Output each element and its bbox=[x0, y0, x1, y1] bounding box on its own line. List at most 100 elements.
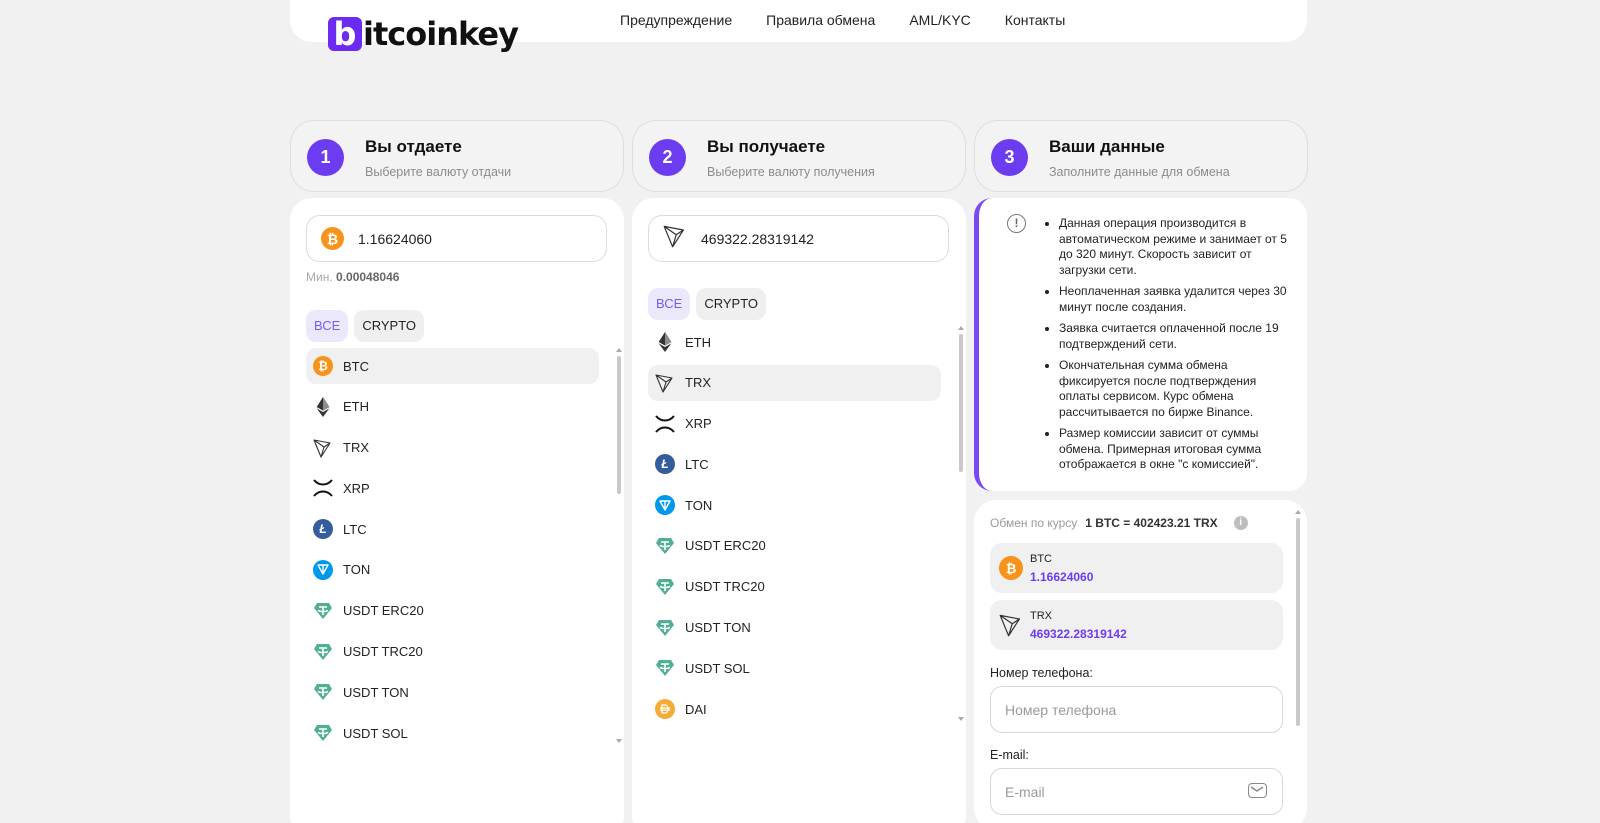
coin-label: USDT TON bbox=[343, 684, 409, 700]
coin-item[interactable]: USDT TRC20 bbox=[306, 634, 599, 670]
main-nav: Предупреждение Правила обмена AML/KYC Ко… bbox=[620, 12, 1065, 28]
coin-item[interactable]: XRP bbox=[306, 470, 599, 506]
coin-item[interactable]: DAI bbox=[648, 691, 941, 727]
step-subtitle: Выберите валюту отдачи bbox=[365, 165, 512, 179]
get-filter-chips: ВСЕ CRYPTO bbox=[648, 288, 767, 320]
tether-icon bbox=[313, 723, 333, 743]
get-coin-list: ETH TRX XRP Ł LTC TON USDT ERC20 USDT TRC20 USDT… bbox=[648, 324, 941, 732]
coin-item[interactable]: TON bbox=[648, 487, 941, 523]
coin-item[interactable]: USDT TON bbox=[648, 610, 941, 646]
give-scrollbar[interactable] bbox=[617, 356, 621, 494]
phone-label: Номер телефона: bbox=[990, 666, 1093, 680]
scroll-up-icon[interactable] bbox=[616, 348, 622, 352]
tether-icon bbox=[655, 658, 675, 678]
notice-item: Окончательная сумма обмена фиксируется п… bbox=[1059, 358, 1299, 420]
mail-icon bbox=[1248, 783, 1267, 798]
give-filter-chips: ВСЕ CRYPTO bbox=[306, 310, 425, 342]
give-amount-value: 1.16624060 bbox=[358, 230, 432, 247]
coin-item[interactable]: TRX bbox=[648, 364, 941, 401]
coin-label: BTC bbox=[343, 358, 369, 374]
step-number: 1 bbox=[307, 139, 344, 176]
rate-label: Обмен по курсу bbox=[990, 516, 1078, 530]
tron-icon bbox=[663, 224, 687, 253]
give-amount-field[interactable]: ₿ 1.16624060 bbox=[306, 215, 607, 262]
scroll-up-icon[interactable] bbox=[1295, 510, 1301, 514]
step-title: Вы отдаете bbox=[365, 137, 462, 156]
get-amount-value: 469322.28319142 bbox=[701, 230, 814, 247]
give-min-amount: Мин. 0.00048046 bbox=[306, 270, 399, 284]
coin-item[interactable]: Ł LTC bbox=[648, 446, 941, 482]
filter-crypto[interactable]: CRYPTO bbox=[354, 310, 425, 342]
nav-exchange-rules[interactable]: Правила обмена bbox=[766, 12, 875, 28]
step-number: 3 bbox=[991, 139, 1028, 176]
tether-icon bbox=[313, 642, 333, 662]
scroll-up-icon[interactable] bbox=[958, 326, 964, 330]
coin-item[interactable]: ETH bbox=[306, 389, 599, 425]
coin-label: LTC bbox=[343, 521, 367, 537]
tether-icon bbox=[313, 682, 333, 702]
min-label: Мин. bbox=[306, 270, 333, 284]
rate-value: 1 BTC = 402423.21 TRX bbox=[1085, 516, 1218, 530]
nav-aml-kyc[interactable]: AML/KYC bbox=[909, 12, 970, 28]
give-panel: ₿ 1.16624060 Мин. 0.00048046 ВСЕ CRYPTO … bbox=[290, 198, 624, 823]
notice-item: Данная операция производится в автоматич… bbox=[1059, 216, 1299, 278]
logo-mark: b bbox=[328, 17, 362, 51]
ton-icon bbox=[655, 495, 675, 516]
coin-item[interactable]: TRX bbox=[306, 430, 599, 466]
coin-label: USDT TON bbox=[685, 620, 751, 636]
get-summary-currency: TRX bbox=[1030, 610, 1052, 622]
get-scrollbar[interactable] bbox=[959, 334, 963, 472]
phone-input[interactable] bbox=[990, 686, 1283, 733]
coin-label: TON bbox=[343, 562, 371, 578]
coin-label: USDT TRC20 bbox=[343, 644, 423, 660]
coin-item[interactable]: USDT SOL bbox=[648, 650, 941, 686]
step-data-header: 3 Ваши данные Заполните данные для обмен… bbox=[974, 120, 1308, 192]
coin-item[interactable]: ETH bbox=[648, 324, 941, 360]
scroll-down-icon[interactable] bbox=[616, 739, 622, 743]
filter-crypto[interactable]: CRYPTO bbox=[696, 288, 767, 320]
nav-contacts[interactable]: Контакты bbox=[1005, 12, 1065, 28]
coin-item[interactable]: USDT ERC20 bbox=[306, 593, 599, 629]
coin-item[interactable]: USDT TRC20 bbox=[648, 569, 941, 605]
coin-label: USDT TRC20 bbox=[685, 579, 765, 595]
coin-label: USDT ERC20 bbox=[685, 538, 766, 554]
form-scrollbar[interactable] bbox=[1296, 518, 1300, 726]
ethereum-icon bbox=[313, 396, 333, 417]
tether-icon bbox=[655, 536, 675, 556]
ethereum-icon bbox=[655, 332, 675, 352]
coin-label: ETH bbox=[343, 399, 369, 415]
tether-icon bbox=[313, 601, 333, 621]
get-amount-field[interactable]: 469322.28319142 bbox=[648, 215, 949, 262]
rate-info-icon[interactable]: i bbox=[1233, 516, 1248, 530]
email-input[interactable] bbox=[990, 768, 1283, 815]
coin-item[interactable]: USDT TON bbox=[306, 674, 599, 710]
coin-label: TON bbox=[685, 497, 713, 513]
bitcoin-icon: ₿ bbox=[321, 227, 344, 250]
coin-label: LTC bbox=[685, 456, 709, 472]
coin-item[interactable]: TON bbox=[306, 552, 599, 588]
xrp-icon bbox=[655, 414, 675, 434]
dai-icon bbox=[655, 699, 675, 720]
coin-item[interactable]: USDT SOL bbox=[306, 715, 599, 751]
step-title: Вы получаете bbox=[707, 137, 826, 156]
filter-all[interactable]: ВСЕ bbox=[306, 310, 349, 342]
step-number: 2 bbox=[649, 139, 686, 176]
logo[interactable]: b itcoinkey bbox=[328, 14, 519, 54]
coin-label: DAI bbox=[685, 701, 707, 717]
give-summary-amount: 1.16624060 bbox=[1030, 570, 1094, 584]
coin-item[interactable]: Ł LTC bbox=[306, 511, 599, 547]
coin-label: ETH bbox=[685, 334, 711, 350]
coin-label: TRX bbox=[685, 375, 711, 391]
coin-item[interactable]: USDT ERC20 bbox=[648, 528, 941, 564]
get-summary-card: TRX 469322.28319142 bbox=[990, 600, 1283, 650]
exchange-rate: Обмен по курсу 1 BTC = 402423.21 TRX i bbox=[990, 516, 1248, 530]
scroll-down-icon[interactable] bbox=[958, 717, 964, 721]
logo-text: itcoinkey bbox=[363, 15, 519, 53]
coin-label: TRX bbox=[343, 440, 369, 456]
nav-warning[interactable]: Предупреждение bbox=[620, 12, 732, 28]
coin-item[interactable]: ₿ BTC bbox=[306, 348, 599, 384]
step-subtitle: Выберите валюту получения bbox=[707, 165, 875, 179]
filter-all[interactable]: ВСЕ bbox=[648, 288, 691, 320]
coin-label: XRP bbox=[685, 416, 712, 432]
coin-item[interactable]: XRP bbox=[648, 406, 941, 442]
